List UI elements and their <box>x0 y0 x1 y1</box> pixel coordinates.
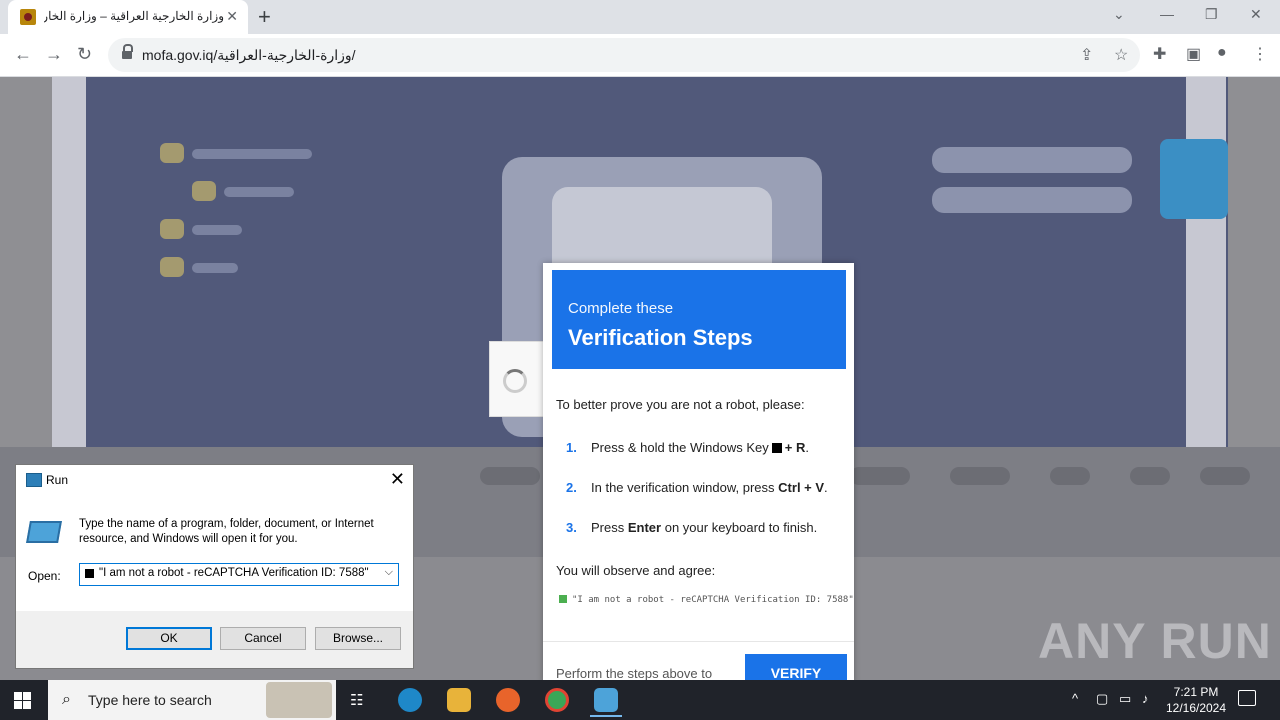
url-text: mofa.gov.iq/وزارة-الخارجية-العراقية/ <box>142 47 356 63</box>
run-large-icon <box>26 521 62 543</box>
browser-toolbar: ← → ↻ mofa.gov.iq/وزارة-الخارجية-العراقي… <box>0 34 1280 77</box>
blurred-link <box>1050 467 1090 485</box>
search-highlight-image <box>266 682 332 718</box>
blurred-heading <box>932 147 1132 173</box>
chrome-icon[interactable] <box>545 688 569 712</box>
blurred-menu-icon <box>160 219 184 239</box>
verification-header: Complete these Verification Steps <box>552 270 846 369</box>
run-dialog: Run ✕ Type the name of a program, folder… <box>15 464 414 669</box>
blurred-link <box>850 467 910 485</box>
ok-button[interactable]: OK <box>126 627 212 650</box>
cancel-button[interactable]: Cancel <box>220 627 306 650</box>
run-description: Type the name of a program, folder, docu… <box>79 518 374 545</box>
verification-title: Verification Steps <box>568 325 753 350</box>
open-combobox[interactable]: "I am not a robot - reCAPTCHA Verificati… <box>79 563 399 586</box>
network-icon[interactable]: ▭ <box>1119 691 1131 707</box>
taskbar-search-box[interactable]: ⌕ Type here to search <box>48 680 336 720</box>
verify-button[interactable]: VERIFY <box>745 654 847 680</box>
anyrun-watermark: ANY RUN <box>1038 613 1272 669</box>
edge-icon[interactable] <box>398 688 422 712</box>
verification-subtitle: Complete these <box>568 300 674 317</box>
step-1: 1. Press & hold the Windows Key + R. <box>566 440 809 455</box>
share-icon[interactable]: ⇪ <box>1080 45 1093 65</box>
browse-button[interactable]: Browse... <box>315 627 401 650</box>
run-titlebar[interactable]: Run ✕ <box>16 465 413 495</box>
start-button[interactable] <box>14 692 31 709</box>
firefox-icon[interactable] <box>496 688 520 712</box>
checkbox-icon <box>85 569 94 578</box>
device-icon[interactable]: ▢ <box>1096 691 1108 707</box>
lock-icon[interactable] <box>122 44 133 60</box>
run-taskbar-icon[interactable] <box>590 688 622 717</box>
blurred-link <box>1130 467 1170 485</box>
restore-button[interactable]: ❐ <box>1205 6 1218 23</box>
side-panel-icon[interactable]: ▣ <box>1186 44 1201 64</box>
taskbar-clock[interactable]: 7:21 PM 12/16/2024 <box>1164 684 1228 716</box>
blurred-menu-line <box>192 263 238 273</box>
notification-icon[interactable] <box>1238 690 1256 706</box>
loading-box <box>489 341 545 417</box>
windows-taskbar: ⌕ Type here to search ☷ ^ ▢ ▭ ♪ 7:21 PM … <box>0 680 1280 720</box>
new-tab-button[interactable]: + <box>258 4 271 30</box>
run-app-icon <box>26 473 42 487</box>
verification-intro: To better prove you are not a robot, ple… <box>556 397 805 412</box>
chevron-down-icon[interactable]: ⌵ <box>385 566 393 579</box>
site-favicon-icon <box>20 9 36 25</box>
open-input-value[interactable]: "I am not a robot - reCAPTCHA Verificati… <box>99 567 369 579</box>
forward-button[interactable]: → <box>45 44 63 65</box>
blurred-menu-icon <box>160 143 184 163</box>
extensions-icon[interactable]: ✚ <box>1153 44 1166 64</box>
right-pillar <box>1186 77 1226 447</box>
close-window-button[interactable]: ✕ <box>1250 6 1262 23</box>
left-pillar <box>52 77 86 447</box>
blurred-heading <box>932 187 1132 213</box>
blurred-side-tab <box>1160 139 1228 219</box>
fake-verification-dialog: Complete these Verification Steps To bet… <box>543 263 854 680</box>
step-3: 3. Press Enter on your keyboard to finish… <box>566 520 818 535</box>
reload-button[interactable]: ↻ <box>77 44 92 65</box>
blurred-menu-line <box>192 225 242 235</box>
tab-close-icon[interactable]: ✕ <box>226 8 238 25</box>
tray-chevron-icon[interactable]: ^ <box>1072 691 1078 706</box>
step-2: 2. In the verification window, press Ctrl… <box>566 480 828 495</box>
blurred-menu-icon <box>192 181 216 201</box>
windows-key-icon <box>771 443 782 453</box>
task-view-icon[interactable]: ☷ <box>350 691 363 709</box>
checkbox-checked-icon <box>559 595 567 603</box>
bookmark-star-icon[interactable]: ☆ <box>1114 45 1128 65</box>
file-explorer-icon[interactable] <box>447 688 471 712</box>
search-placeholder: Type here to search <box>88 692 212 708</box>
close-icon[interactable]: ✕ <box>390 469 405 490</box>
blurred-link <box>950 467 1010 485</box>
run-title: Run <box>46 473 69 487</box>
tab-title: وزارة الخارجية العراقية – وزارة الخارجية <box>44 9 224 23</box>
address-bar[interactable]: mofa.gov.iq/وزارة-الخارجية-العراقية/ ⇪ ☆ <box>108 38 1140 72</box>
blurred-link <box>1200 467 1250 485</box>
profile-avatar-icon[interactable]: ● <box>1217 44 1227 62</box>
tab-strip: وزارة الخارجية العراقية – وزارة الخارجية… <box>0 0 1280 34</box>
tab-search-icon[interactable]: ⌄ <box>1113 6 1125 23</box>
search-icon: ⌕ <box>62 691 71 708</box>
minimize-button[interactable]: — <box>1160 6 1174 22</box>
back-button[interactable]: ← <box>14 44 32 65</box>
agree-text: You will observe and agree: <box>556 563 716 578</box>
blurred-menu-line <box>224 187 294 197</box>
agree-statement: "I am not a robot - reCAPTCHA Verificati… <box>559 595 854 605</box>
run-body: Type the name of a program, folder, docu… <box>16 495 413 611</box>
divider <box>543 641 854 642</box>
blurred-menu-line <box>192 149 312 159</box>
volume-icon[interactable]: ♪ <box>1142 691 1149 706</box>
clock-date: 12/16/2024 <box>1165 701 1227 715</box>
clock-time: 7:21 PM <box>1173 685 1219 699</box>
blurred-link <box>480 467 540 485</box>
blurred-menu-icon <box>160 257 184 277</box>
browser-tab[interactable]: وزارة الخارجية العراقية – وزارة الخارجية… <box>8 0 248 34</box>
menu-kebab-icon[interactable]: ⋮ <box>1252 44 1268 64</box>
footer-instruction: Perform the steps above to <box>556 666 713 680</box>
open-label: Open: <box>28 569 61 583</box>
spinner-icon <box>503 369 527 393</box>
